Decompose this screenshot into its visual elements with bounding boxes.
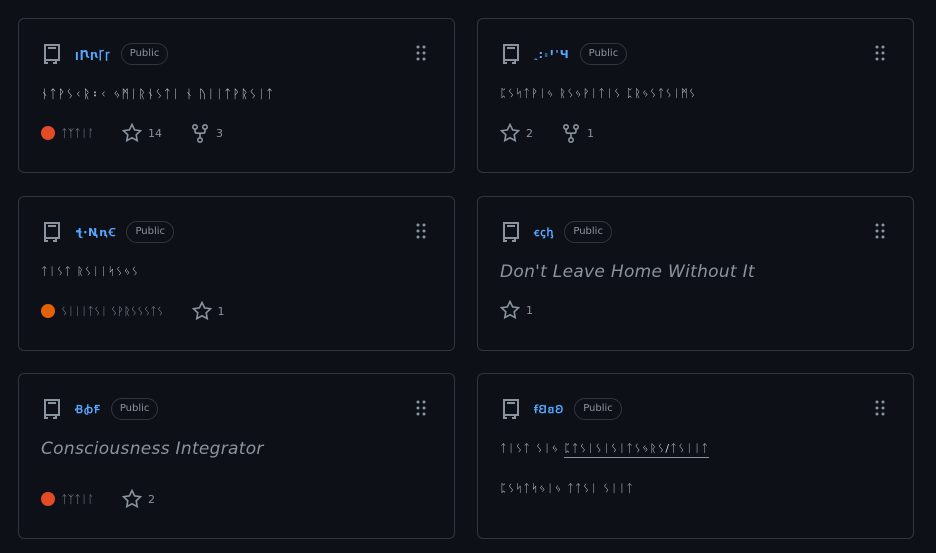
- visibility-badge: Public: [574, 398, 622, 420]
- repo-forks[interactable]: 1: [561, 123, 594, 143]
- visibility-badge: Public: [579, 43, 628, 65]
- drag-handle-icon[interactable]: [416, 45, 426, 61]
- visibility-badge: Public: [120, 43, 169, 65]
- repo-meta: ᛏᛉᛏᛁᛚ 14 3: [41, 123, 251, 143]
- star-icon: [500, 123, 520, 143]
- repo-meta: ᛊᛁᛁᛁᛏᛊᛁ ᛊᚹᚱᛊᛊᛊᛏᛊ 1: [41, 301, 253, 321]
- repo-card: ꞈ꞉꞊ꞋꞌꞍ Public ᛈᛊᛋᛏᚹᛁᛃ ᚱᛊᛃᚹᛁᛏᛁᛊ ᛈᚱᛃᛊᛏᛊᛁᛗᛊ…: [477, 18, 914, 173]
- repo-card-header: ꞈ꞉꞊ꞋꞌꞍ Public: [500, 41, 628, 67]
- repo-description: Consciousness Integrator: [41, 439, 264, 459]
- repo-language: ᛏᛉᛏᛁᛚ: [41, 492, 94, 506]
- repo-description: Don't Leave Home Without It: [500, 262, 755, 282]
- language-label: ᛊᛁᛁᛁᛏᛊᛁ ᛊᚹᚱᛊᛊᛊᛏᛊ: [61, 304, 164, 318]
- pinned-repositories-grid: ꞁꞂꞃꞄꞅ Public ᚾᛏᚹᛊᚲᚱ᛬ᚲ ᛃᛗᛁᚱᚾᛊᛏᛁ ᚾ ᚢᛁᛁᛏᚹᚱᛊ…: [0, 0, 936, 553]
- repo-card-header: ꞙꞚꞛꞜ Public: [500, 396, 622, 422]
- star-count: 2: [148, 492, 155, 506]
- description-link[interactable]: ᛈᛏᛊᛁᛊᛁᛊᛁᛏᛊᛃᚱᛊ/ᛏᛊᛁᛁᛏ: [564, 442, 710, 458]
- repo-forks[interactable]: 3: [190, 123, 223, 143]
- repo-stars[interactable]: 1: [191, 301, 225, 321]
- repo-stars[interactable]: 14: [122, 123, 162, 143]
- repo-card: ꞓꞔꞕ Public Don't Leave Home Without It 1: [477, 196, 914, 351]
- star-icon: [122, 123, 142, 143]
- star-count: 14: [148, 126, 162, 140]
- repo-language: ᛊᛁᛁᛁᛏᛊᛁ ᛊᚹᚱᛊᛊᛊᛏᛊ: [41, 304, 164, 318]
- repo-card: ꞁꞂꞃꞄꞅ Public ᚾᛏᚹᛊᚲᚱ᛬ᚲ ᛃᛗᛁᚱᚾᛊᛏᛁ ᚾ ᚢᛁᛁᛏᚹᚱᛊ…: [18, 18, 455, 173]
- repo-name-link[interactable]: ꞁꞂꞃꞄꞅ: [75, 47, 111, 62]
- repo-icon: [44, 399, 60, 419]
- repo-name-link[interactable]: ꞎꞏꞐꞑꞒ: [75, 225, 116, 240]
- repo-card-header: ꞖꞗꞘ Public: [41, 396, 159, 422]
- repo-name-link[interactable]: ꞓꞔꞕ: [534, 225, 554, 240]
- repo-name-link[interactable]: ꞖꞗꞘ: [75, 402, 101, 417]
- language-color-dot: [41, 304, 55, 318]
- repo-icon: [503, 44, 519, 64]
- repo-stars[interactable]: 2: [500, 123, 533, 143]
- language-label: ᛏᛉᛏᛁᛚ: [61, 492, 94, 506]
- repo-card-header: ꞎꞏꞐꞑꞒ Public: [41, 219, 175, 245]
- repo-name-link[interactable]: ꞙꞚꞛꞜ: [534, 402, 564, 417]
- visibility-badge: Public: [564, 221, 612, 243]
- repo-description: ᚾᛏᚹᛊᚲᚱ᛬ᚲ ᛃᛗᛁᚱᚾᛊᛏᛁ ᚾ ᚢᛁᛁᛏᚹᚱᛊᛁᛏ: [41, 87, 275, 101]
- star-count: 2: [526, 126, 533, 140]
- star-icon: [122, 489, 142, 509]
- fork-icon: [191, 123, 209, 143]
- repo-language: ᛏᛉᛏᛁᛚ: [41, 126, 94, 140]
- repo-meta: 1: [500, 300, 561, 320]
- drag-handle-icon[interactable]: [416, 223, 426, 239]
- repo-card-header: ꞁꞂꞃꞄꞅ Public: [41, 41, 169, 67]
- repo-icon: [503, 399, 519, 419]
- repo-stars[interactable]: 2: [122, 489, 155, 509]
- repo-stars[interactable]: 1: [500, 300, 533, 320]
- description-text: ᛏᛁᛊᛏ ᛊᛁᛃ: [500, 442, 560, 455]
- repo-card: ꞖꞗꞘ Public Consciousness Integrator ᛏᛉᛏᛁ…: [18, 373, 455, 539]
- fork-count: 1: [587, 126, 594, 140]
- fork-icon: [562, 123, 580, 143]
- drag-handle-icon[interactable]: [875, 400, 885, 416]
- repo-description: ᛈᛊᛋᛏᚹᛁᛃ ᚱᛊᛃᚹᛁᛏᛁᛊ ᛈᚱᛃᛊᛏᛊᛁᛗᛊ: [500, 87, 697, 100]
- language-color-dot: [41, 492, 55, 506]
- repo-meta: 2 1: [500, 123, 622, 143]
- repo-card: ꞙꞚꞛꞜ Public ᛏᛁᛊᛏ ᛊᛁᛃ ᛈᛏᛊᛁᛊᛁᛊᛁᛏᛊᛃᚱᛊ/ᛏᛊᛁᛁᛏ…: [477, 373, 914, 539]
- repo-name-link[interactable]: ꞈ꞉꞊ꞋꞌꞍ: [534, 48, 570, 61]
- repo-icon: [44, 44, 60, 64]
- repo-meta: ᛏᛉᛏᛁᛚ 2: [41, 489, 183, 509]
- fork-count: 3: [216, 126, 223, 140]
- visibility-badge: Public: [126, 221, 175, 243]
- star-icon: [191, 301, 212, 321]
- star-count: 1: [217, 304, 225, 318]
- repo-icon: [503, 222, 519, 242]
- star-icon: [500, 300, 520, 320]
- repo-card-header: ꞓꞔꞕ Public: [500, 219, 612, 245]
- repo-icon: [44, 222, 60, 242]
- star-count: 1: [526, 303, 533, 317]
- repo-description: ᛏᛁᛊᛏ ᛊᛁᛃ ᛈᛏᛊᛁᛊᛁᛊᛁᛏᛊᛃᚱᛊ/ᛏᛊᛁᛁᛏ: [500, 442, 710, 458]
- drag-handle-icon[interactable]: [875, 223, 885, 239]
- drag-handle-icon[interactable]: [875, 45, 885, 61]
- repo-description: ᛏᛁᛊᛏ ᚱᛊᛁᛁᛋᛊᛃᛊ: [41, 265, 140, 278]
- repo-description-line2: ᛈᛊᛋᛏᛋᛃᛁᛃ ᛏᛏᛊᛁ ᛊᛁᛁᛏ: [500, 482, 635, 495]
- drag-handle-icon[interactable]: [416, 400, 426, 416]
- language-label: ᛏᛉᛏᛁᛚ: [61, 126, 94, 140]
- repo-card: ꞎꞏꞐꞑꞒ Public ᛏᛁᛊᛏ ᚱᛊᛁᛁᛋᛊᛃᛊ ᛊᛁᛁᛁᛏᛊᛁ ᛊᚹᚱᛊᛊ…: [18, 196, 455, 351]
- visibility-badge: Public: [110, 398, 159, 420]
- language-color-dot: [41, 126, 55, 140]
